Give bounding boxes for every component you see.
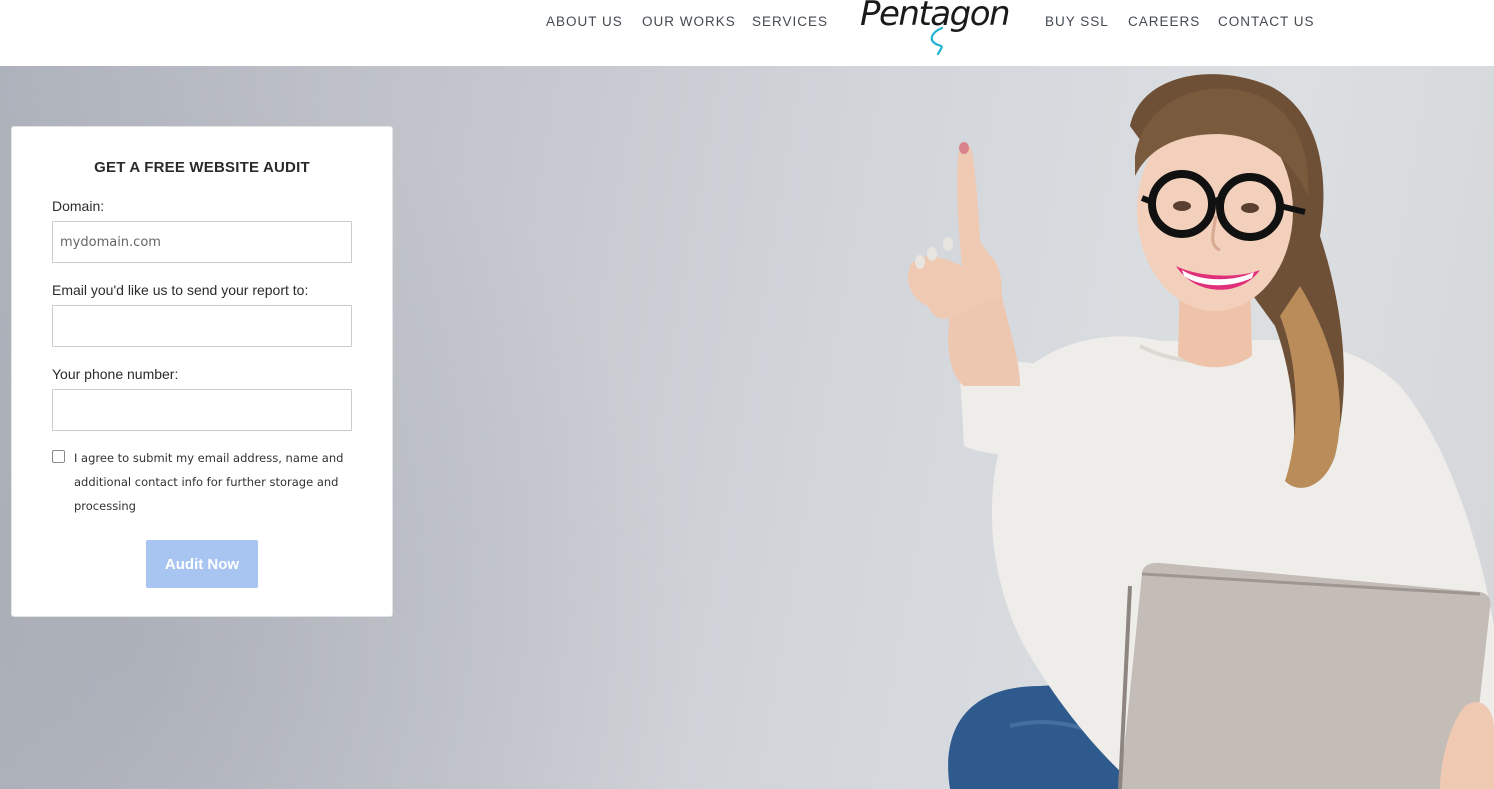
site-header: ABOUT US OUR WORKS SERVICES Pentagon BUY… (0, 0, 1494, 66)
agree-label: I agree to submit my email address, name… (74, 451, 344, 513)
agree-checkbox[interactable] (52, 450, 65, 463)
hero-section: GET A FREE WEBSITE AUDIT Domain: Email y… (0, 66, 1494, 789)
domain-label: Domain: (52, 198, 105, 214)
form-title: GET A FREE WEBSITE AUDIT (94, 159, 310, 176)
email-label: Email you'd like us to send your report … (52, 282, 309, 298)
nav-about-us[interactable]: ABOUT US (546, 14, 623, 29)
hero-woman-image (908, 74, 1494, 789)
audit-now-button[interactable]: Audit Now (146, 540, 258, 588)
nav-contact-us[interactable]: CONTACT US (1218, 14, 1315, 29)
nav-services[interactable]: SERVICES (752, 14, 828, 29)
email-input[interactable] (52, 305, 352, 347)
phone-label: Your phone number: (52, 366, 179, 382)
phone-input[interactable] (52, 389, 352, 431)
nav-buy-ssl[interactable]: BUY SSL (1045, 14, 1109, 29)
nav-our-works[interactable]: OUR WORKS (642, 14, 736, 29)
logo-accent-swoosh (930, 26, 944, 56)
domain-input[interactable] (52, 221, 352, 263)
nav-careers[interactable]: CAREERS (1128, 14, 1200, 29)
website-audit-form: GET A FREE WEBSITE AUDIT Domain: Email y… (11, 126, 393, 617)
pentagon-logo[interactable]: Pentagon (858, 0, 1011, 56)
